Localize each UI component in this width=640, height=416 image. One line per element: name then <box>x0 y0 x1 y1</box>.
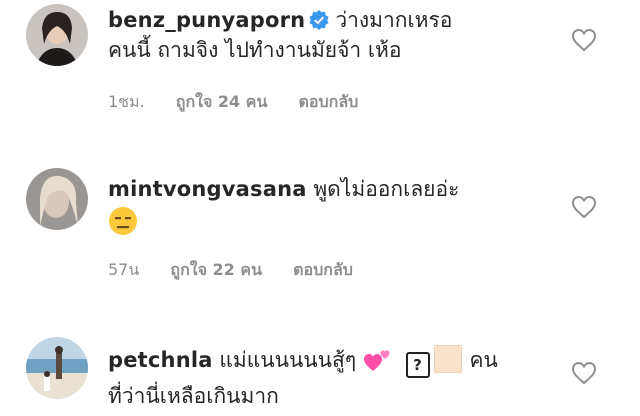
comment-time: 1ชม. <box>108 92 145 111</box>
skin-tone-swatch-icon <box>433 345 462 373</box>
comment-time: 57น <box>108 260 140 279</box>
reply-button[interactable]: ตอบกลับ <box>293 258 353 283</box>
comment-text-after: คน <box>469 348 498 372</box>
avatar[interactable] <box>26 168 88 230</box>
like-heart-icon[interactable] <box>571 195 597 219</box>
username[interactable]: benz_punyaporn <box>108 8 305 32</box>
comment-text: ว่างมากเหรอ <box>335 8 453 32</box>
comment-text: แม่แนนนนนสู้ๆ <box>219 348 357 372</box>
like-heart-icon[interactable] <box>571 361 597 385</box>
avatar[interactable] <box>26 4 88 66</box>
username[interactable]: petchnla <box>108 348 213 372</box>
sparkling-hearts-icon <box>363 347 393 381</box>
likes-count[interactable]: ถูกใจ 24 คน <box>176 90 268 115</box>
avatar[interactable] <box>26 337 88 399</box>
like-heart-icon[interactable] <box>571 28 597 52</box>
comment-text-line2: ที่ว่านี่เหลือเกินมาก <box>108 384 279 408</box>
username[interactable]: mintvongvasana <box>108 177 307 201</box>
expressionless-emoji-icon <box>108 206 138 244</box>
comment-text-line2: คนนี้ ถามจิง ไปทำงานมัยจ้า เห้อ <box>108 38 402 62</box>
verified-badge-icon <box>309 8 329 30</box>
likes-count[interactable]: ถูกใจ 22 คน <box>170 258 262 283</box>
unknown-glyph-box: ? <box>405 352 430 378</box>
comment-text: พูดไม่ออกเลยอ่ะ <box>313 177 460 201</box>
reply-button[interactable]: ตอบกลับ <box>298 90 358 115</box>
